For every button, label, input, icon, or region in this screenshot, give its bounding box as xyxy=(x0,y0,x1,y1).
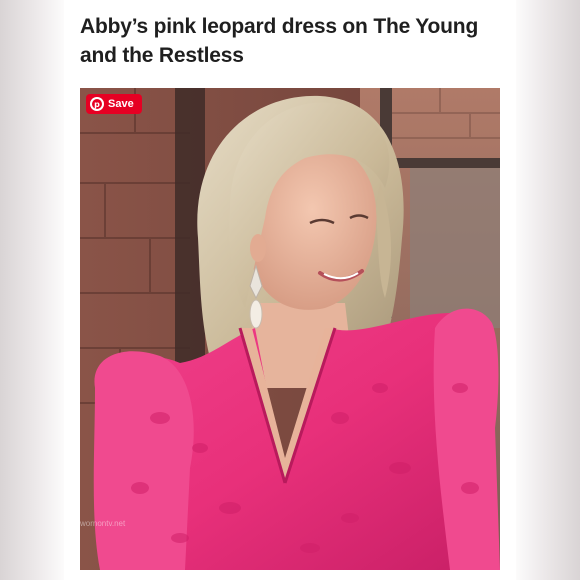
pinterest-save-button[interactable]: p Save xyxy=(86,94,142,114)
pinterest-icon: p xyxy=(90,97,104,111)
outfit-photo-illustration xyxy=(80,88,500,570)
save-button-label: Save xyxy=(108,98,134,110)
article-title: Abby’s pink leopard dress on The Young a… xyxy=(80,15,479,67)
outfit-photo[interactable]: p Save wornontv.net xyxy=(80,88,500,570)
svg-text:p: p xyxy=(94,100,100,109)
watermark-text: wornontv.net xyxy=(80,519,126,528)
photo-watermark: wornontv.net xyxy=(80,518,500,540)
